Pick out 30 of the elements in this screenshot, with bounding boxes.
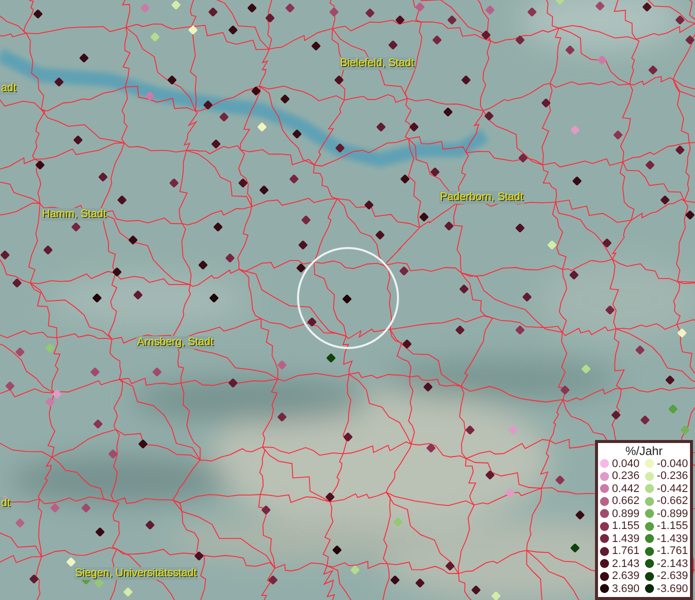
city-label: Hamm, Stadt [41,208,108,221]
legend-value: -1.439 [656,532,688,545]
city-label: Bielefeld, Stadt [339,57,415,70]
legend-value: -0.899 [656,508,688,520]
legend-value: 0.899 [612,508,640,520]
legend-value: -0.662 [656,495,688,508]
legend-value: 0.040 [612,458,640,470]
legend-value: 0.662 [612,495,640,508]
legend-value: -0.442 [656,482,688,495]
legend-value: 1.439 [612,532,640,545]
legend-value: -1.761 [656,545,688,558]
legend-value: 2.143 [612,558,640,570]
legend-value: -1.155 [656,520,688,532]
legend-value: -0.236 [656,470,688,482]
city-label: Arnsberg, Stadt [136,336,214,349]
city-label: Siegen, Universitätsstadt [74,567,198,580]
legend-value: 0.442 [612,482,640,495]
legend-value: -2.143 [656,558,688,570]
legend-value: -2.639 [656,570,688,582]
legend-value: 1.761 [612,545,640,558]
legend-value: 3.690 [612,582,640,595]
city-label: adt [0,82,18,95]
city-label: Paderborn, Stadt [439,191,524,204]
legend-value: 2.639 [612,570,640,582]
legend-value: -0.040 [656,458,688,470]
legend-title: %/Jahr [624,444,664,458]
city-label: dt [0,497,12,510]
legend-value: -3.690 [656,582,688,595]
legend-value: 1.155 [612,520,640,532]
legend-value: 0.236 [612,470,640,482]
